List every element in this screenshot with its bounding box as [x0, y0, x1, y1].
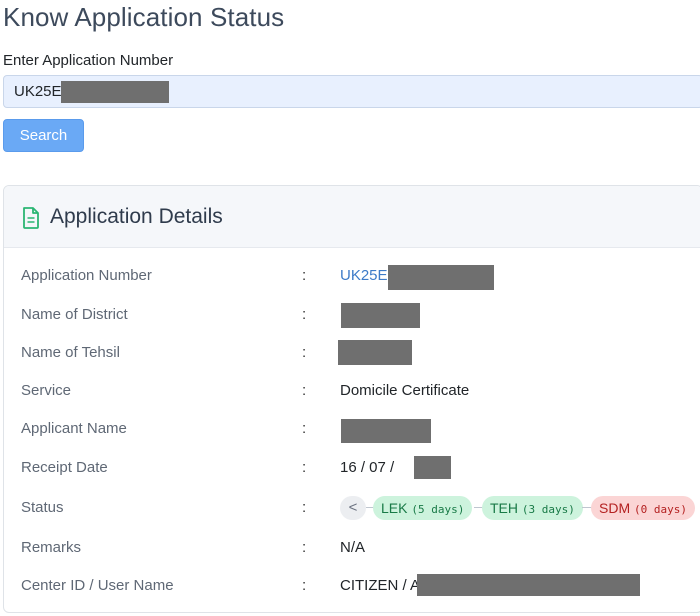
status-step-days: (3 days) — [521, 503, 575, 516]
status-step-days: (5 days) — [411, 503, 465, 516]
application-number-input[interactable]: UK25E — [3, 75, 700, 108]
row-value-center-id: CITIZEN / A — [340, 577, 421, 594]
status-step-lek: LEK (5 days) — [373, 496, 473, 520]
row-label-service: Service — [21, 382, 72, 399]
redacted-block — [61, 81, 169, 103]
row-colon: : — [302, 344, 307, 361]
row-colon: : — [302, 459, 307, 476]
row-label-center-id: Center ID / User Name — [21, 577, 174, 594]
row-colon: : — [302, 382, 307, 399]
document-icon — [23, 207, 39, 229]
row-label-applicant-name: Applicant Name — [21, 420, 127, 437]
redacted-block — [338, 340, 412, 365]
row-value-receipt-date: 16 / 07 / — [340, 459, 395, 476]
redacted-block — [341, 303, 420, 328]
row-label-remarks: Remarks — [21, 539, 82, 556]
status-step-teh: TEH (3 days) — [482, 496, 583, 520]
status-step-sdm: SDM (0 days) — [591, 496, 695, 520]
row-colon: : — [302, 499, 307, 516]
row-value-remarks: N/A — [340, 539, 366, 556]
redacted-block — [417, 574, 640, 596]
row-label-district: Name of District — [21, 306, 128, 323]
application-details-card: Application Details Application Number :… — [3, 185, 700, 613]
row-label-tehsil: Name of Tehsil — [21, 344, 120, 361]
application-number-label: Enter Application Number — [3, 52, 174, 69]
search-button[interactable]: Search — [3, 119, 84, 152]
row-colon: : — [302, 267, 307, 284]
status-step-code: TEH — [490, 500, 518, 516]
page-title: Know Application Status — [3, 2, 285, 32]
row-colon: : — [302, 306, 307, 323]
status-step-code: LEK — [381, 500, 408, 516]
row-label-receipt-date: Receipt Date — [21, 459, 108, 476]
row-colon: : — [302, 577, 307, 594]
row-colon: : — [302, 420, 307, 437]
card-header: Application Details — [4, 186, 700, 248]
application-number-input-value: UK25E — [14, 83, 62, 100]
status-prev-button[interactable]: < — [340, 496, 366, 520]
redacted-block — [414, 456, 451, 479]
card-title: Application Details — [50, 205, 223, 228]
redacted-block — [341, 419, 431, 443]
status-step-days: (0 days) — [634, 503, 687, 516]
row-colon: : — [302, 539, 307, 556]
redacted-block — [388, 265, 494, 290]
row-label-status: Status — [21, 499, 64, 516]
row-label-application-number: Application Number — [21, 267, 152, 284]
application-number-link[interactable]: UK25E — [340, 267, 388, 284]
row-value-service: Domicile Certificate — [340, 382, 470, 399]
status-step-code: SDM — [599, 500, 631, 516]
